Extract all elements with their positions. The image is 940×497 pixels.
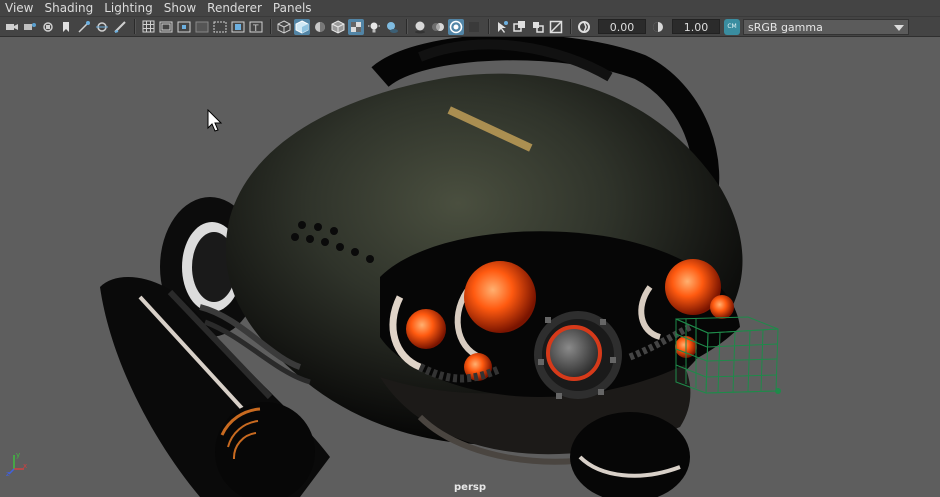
grid-icon[interactable]: [140, 19, 156, 35]
perspective-viewport[interactable]: y x z persp: [0, 37, 940, 497]
film-gate-icon[interactable]: [158, 19, 174, 35]
menu-renderer[interactable]: Renderer: [202, 0, 268, 16]
camera-attributes-icon[interactable]: [22, 19, 38, 35]
menu-lighting[interactable]: Lighting: [99, 0, 159, 16]
axis-x-label: x: [23, 462, 27, 470]
wireframe-on-shaded-icon[interactable]: [330, 19, 346, 35]
bookmarks-icon[interactable]: [40, 19, 56, 35]
view-axis-icon: y x z: [6, 451, 27, 477]
view-transform-dropdown[interactable]: sRGB gamma: [743, 18, 909, 35]
default-material-icon[interactable]: [312, 19, 328, 35]
exposure-field[interactable]: 0.00: [598, 19, 646, 34]
gamma-icon[interactable]: [650, 19, 666, 35]
safe-title-icon[interactable]: T: [248, 19, 264, 35]
panel-toolbar: T 0.00 1.00 CM sRGB gamma: [0, 16, 940, 37]
motion-blur-icon[interactable]: [430, 19, 446, 35]
bookmark-flag-icon[interactable]: [58, 19, 74, 35]
xray-joints-icon[interactable]: [530, 19, 546, 35]
gate-mask-icon[interactable]: [194, 19, 210, 35]
svg-text:T: T: [252, 24, 259, 33]
toolbar-separator: [134, 19, 136, 34]
view-transform-value: sRGB gamma: [748, 20, 823, 34]
toolbar-separator: [406, 19, 408, 34]
xray-active-components-icon[interactable]: [548, 19, 564, 35]
grease-pencil-icon[interactable]: [112, 19, 128, 35]
textured-icon[interactable]: [348, 18, 364, 35]
color-management-toggle[interactable]: CM: [724, 18, 740, 35]
use-all-lights-icon[interactable]: [366, 19, 382, 35]
depth-of-field-icon[interactable]: [466, 19, 482, 35]
camera-name-label: persp: [454, 482, 486, 493]
isolate-select-icon[interactable]: [512, 19, 528, 35]
shadows-icon[interactable]: [384, 19, 400, 35]
menu-panels[interactable]: Panels: [268, 0, 318, 16]
chevron-down-icon[interactable]: [894, 24, 904, 31]
menu-shading[interactable]: Shading: [39, 0, 99, 16]
screen-space-ao-icon[interactable]: [412, 19, 428, 35]
toolbar-separator: [488, 19, 490, 34]
gamma-field[interactable]: 1.00: [672, 19, 720, 34]
smooth-shade-icon[interactable]: [294, 18, 310, 35]
resolution-gate-icon[interactable]: [176, 19, 192, 35]
image-plane-icon[interactable]: [76, 19, 92, 35]
exposure-icon[interactable]: [576, 19, 592, 35]
robot-head-model[interactable]: [0, 37, 940, 497]
menu-view[interactable]: View: [0, 0, 39, 16]
field-chart-icon[interactable]: [212, 19, 228, 35]
2d-pan-zoom-icon[interactable]: [94, 19, 110, 35]
toolbar-separator: [570, 19, 572, 34]
panel-menubar: View Shading Lighting Show Renderer Pane…: [0, 0, 940, 16]
anti-aliasing-icon[interactable]: [448, 18, 464, 35]
xray-icon[interactable]: [494, 19, 510, 35]
wireframe-icon[interactable]: [276, 19, 292, 35]
safe-action-icon[interactable]: [230, 19, 246, 35]
axis-z-label: z: [6, 470, 10, 477]
axis-y-label: y: [16, 451, 20, 459]
toolbar-separator: [270, 19, 272, 34]
select-camera-icon[interactable]: [4, 19, 20, 35]
menu-show[interactable]: Show: [159, 0, 202, 16]
mouse-cursor-icon: [207, 109, 223, 132]
